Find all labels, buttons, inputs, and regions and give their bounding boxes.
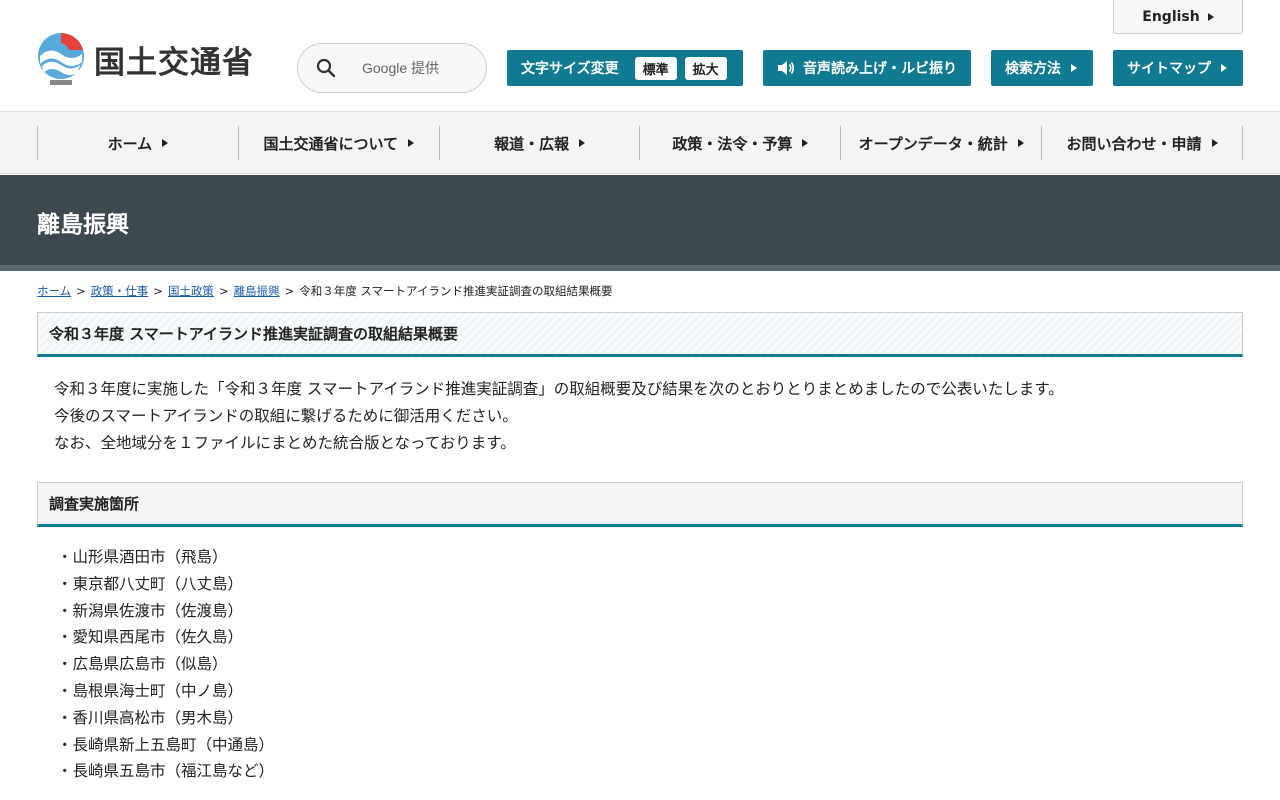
breadcrumb-link-home[interactable]: ホーム — [37, 284, 71, 298]
english-label: English — [1142, 8, 1200, 25]
site-search — [297, 43, 487, 93]
arrow-right-icon — [1207, 12, 1214, 21]
speaker-icon — [777, 60, 795, 76]
logo-text: 国土交通省 — [94, 44, 254, 81]
arrow-right-icon — [1017, 139, 1024, 147]
list-item: ・島根県海士町（中ノ島） — [57, 681, 244, 700]
nav-item-label: 報道・広報 — [494, 134, 570, 153]
nav-item-open-data[interactable]: オープンデータ・統計 — [840, 126, 1041, 160]
arrow-right-icon — [579, 139, 586, 147]
list-item: ・広島県広島市（似島） — [57, 655, 228, 674]
search-method-label: 検索方法 — [1005, 61, 1061, 77]
nav-item-label: オープンデータ・統計 — [858, 134, 1008, 153]
section-heading: 調査実施箇所 — [37, 482, 1243, 527]
font-size-large-button[interactable]: 拡大 — [684, 56, 727, 80]
nav-item-label: 国土交通省について — [263, 134, 399, 153]
mlit-logo-icon — [36, 32, 86, 86]
arrow-right-icon — [1211, 139, 1218, 147]
arrow-right-icon — [802, 139, 809, 147]
sitemap-label: サイトマップ — [1127, 61, 1211, 77]
intro-paragraph: 今後のスマートアイランドの取組に繋げるために御活用ください。 — [54, 407, 518, 425]
arrow-right-icon — [408, 139, 415, 147]
list-item: ・東京都八丈町（八丈島） — [57, 574, 244, 593]
font-size-standard-button[interactable]: 標準 — [634, 56, 677, 80]
arrow-right-icon — [1221, 64, 1227, 72]
content-heading: 令和３年度 スマートアイランド推進実証調査の取組結果概要 — [37, 312, 1243, 357]
list-item: ・新潟県佐渡市（佐渡島） — [57, 601, 244, 620]
speech-ruby-button[interactable]: 音声読み上げ・ルビ振り — [763, 50, 971, 86]
breadcrumb-separator: > — [76, 284, 86, 298]
search-icon[interactable] — [316, 58, 336, 78]
intro-text: 令和３年度に実施した「令和３年度 スマートアイランド推進実証調査」の取組概要及び… — [54, 376, 1064, 457]
nav-item-label: ホーム — [107, 134, 153, 153]
page-title-band: 離島振興 — [0, 175, 1280, 265]
sitemap-button[interactable]: サイトマップ — [1113, 50, 1243, 86]
nav-item-contact[interactable]: お問い合わせ・申請 — [1041, 126, 1243, 160]
site-logo[interactable]: 国土交通省 — [36, 32, 254, 86]
breadcrumb: ホーム > 政策・仕事 > 国土政策 > 離島振興 > 令和３年度 スマートアイランド推進実証調… — [37, 283, 612, 299]
search-method-button[interactable]: 検索方法 — [991, 50, 1093, 86]
breadcrumb-link-remote-islands[interactable]: 離島振興 — [234, 284, 280, 298]
speech-ruby-label: 音声読み上げ・ルビ振り — [803, 61, 957, 77]
breadcrumb-separator: > — [218, 284, 229, 298]
breadcrumb-link-policy[interactable]: 政策・仕事 — [91, 284, 149, 298]
nav-item-label: 政策・法令・予算 — [672, 134, 793, 153]
arrow-right-icon — [162, 139, 169, 147]
breadcrumb-separator: > — [153, 284, 163, 298]
nav-item-label: お問い合わせ・申請 — [1066, 134, 1202, 153]
font-size-control: 文字サイズ変更 標準 拡大 — [507, 50, 743, 86]
search-input[interactable] — [362, 60, 472, 76]
page-title: 離島振興 — [37, 212, 129, 238]
intro-paragraph: なお、全地域分を１ファイルにまとめた統合版となっております。 — [54, 434, 516, 452]
list-item: ・長崎県新上五島町（中通島） — [57, 735, 275, 754]
site-header: 国土交通省 文字サイズ変更 標準 拡大 音声読み上げ・ルビ振り 検索方法 サ — [0, 0, 1280, 112]
list-item: ・長崎県五島市（福江島など） — [57, 762, 275, 781]
font-size-label: 文字サイズ変更 — [521, 61, 619, 77]
nav-item-home[interactable]: ホーム — [37, 126, 238, 160]
section-heading-text: 調査実施箇所 — [49, 495, 140, 513]
nav-item-policy[interactable]: 政策・法令・予算 — [639, 126, 840, 160]
list-item: ・愛知県西尾市（佐久島） — [57, 628, 244, 647]
intro-paragraph: 令和３年度に実施した「令和３年度 スマートアイランド推進実証調査」の取組概要及び… — [54, 380, 1064, 398]
global-nav: ホーム 国土交通省について 報道・広報 政策・法令・予算 オープンデータ・統計 … — [0, 112, 1280, 174]
divider — [0, 265, 1280, 271]
breadcrumb-separator: > — [284, 284, 295, 298]
location-list: ・山形県酒田市（飛島） ・東京都八丈町（八丈島） ・新潟県佐渡市（佐渡島） ・愛… — [57, 544, 274, 785]
content-heading-text: 令和３年度 スマートアイランド推進実証調査の取組結果概要 — [49, 325, 459, 343]
breadcrumb-link-land-policy[interactable]: 国土政策 — [168, 284, 214, 298]
nav-item-press[interactable]: 報道・広報 — [438, 126, 640, 160]
english-link[interactable]: English — [1113, 0, 1243, 34]
breadcrumb-current: 令和３年度 スマートアイランド推進実証調査の取組結果概要 — [299, 284, 613, 298]
arrow-right-icon — [1071, 64, 1077, 72]
list-item: ・香川県高松市（男木島） — [57, 708, 244, 727]
list-item: ・山形県酒田市（飛島） — [57, 548, 228, 566]
nav-item-about[interactable]: 国土交通省について — [237, 126, 439, 160]
